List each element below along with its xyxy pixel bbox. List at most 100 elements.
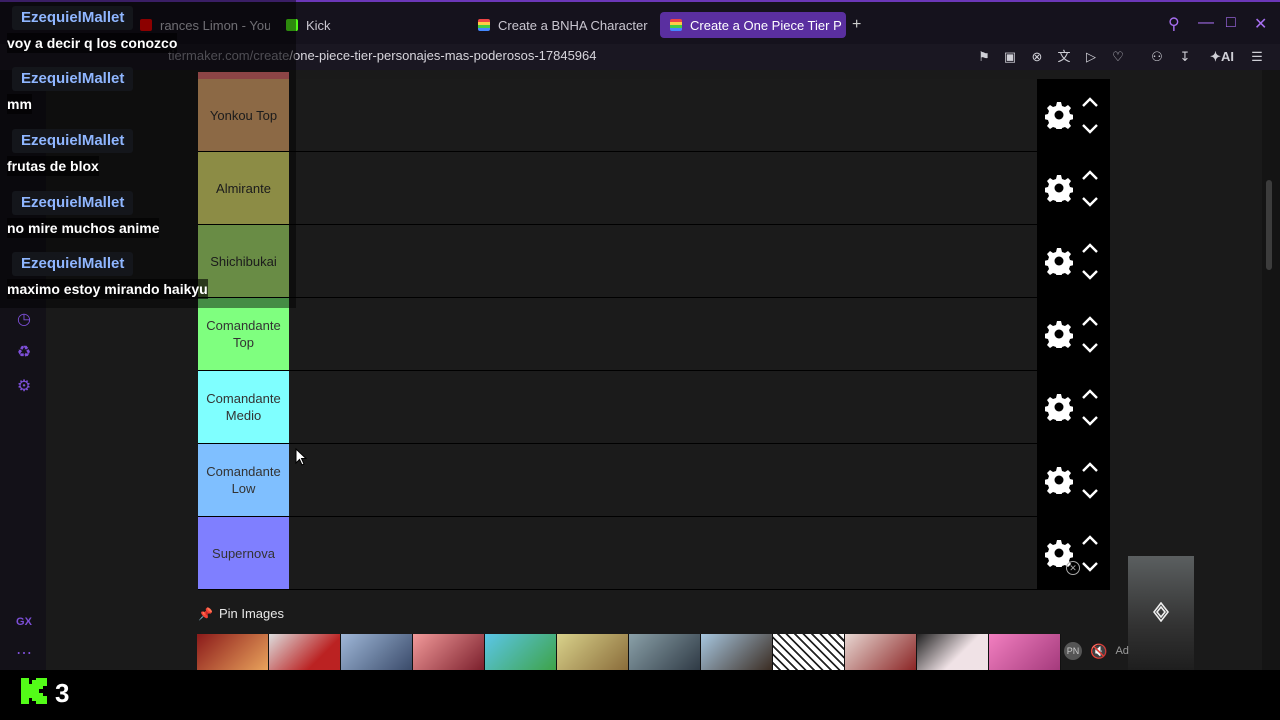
character-thumb[interactable] bbox=[485, 634, 557, 670]
character-images bbox=[197, 634, 1061, 670]
history-icon[interactable]: ◷ bbox=[14, 310, 34, 330]
scrollbar[interactable] bbox=[1262, 70, 1280, 670]
chat-message: mm bbox=[7, 94, 32, 114]
stream-bar bbox=[0, 670, 1280, 720]
ad-close-icon[interactable]: ✕ bbox=[1066, 561, 1080, 575]
menu-icon[interactable]: ☰ bbox=[1248, 48, 1266, 66]
chat-username: EzequielMallet bbox=[12, 191, 134, 215]
url-path: /one-piece-tier-personajes-mas-poderosos… bbox=[289, 48, 597, 63]
character-thumb[interactable] bbox=[629, 634, 701, 670]
move-up-icon[interactable] bbox=[1081, 315, 1099, 327]
move-up-icon[interactable] bbox=[1081, 169, 1099, 181]
tier-label[interactable]: Supernova bbox=[198, 517, 289, 589]
gear-icon[interactable] bbox=[1045, 466, 1073, 494]
tier-row[interactable]: Comandante Low bbox=[198, 444, 1037, 517]
chat-message: voy a decir q los conozco bbox=[7, 33, 178, 53]
tab-label: Create a One Piece Tier P bbox=[690, 17, 842, 33]
move-down-icon[interactable] bbox=[1081, 123, 1099, 135]
tier-label[interactable]: Comandante Low bbox=[198, 444, 289, 516]
move-down-icon[interactable] bbox=[1081, 269, 1099, 281]
character-thumb[interactable] bbox=[557, 634, 629, 670]
move-up-icon[interactable] bbox=[1081, 388, 1099, 400]
tier-row[interactable]: Comandante Medio bbox=[198, 371, 1037, 444]
tab-one-piece[interactable]: Create a One Piece Tier P bbox=[660, 12, 846, 38]
tier-label[interactable]: Comandante Medio bbox=[198, 371, 289, 443]
play-icon[interactable]: ▷ bbox=[1082, 48, 1100, 66]
move-up-icon[interactable] bbox=[1081, 242, 1099, 254]
character-thumb[interactable] bbox=[917, 634, 989, 670]
more-icon[interactable]: ⋯ bbox=[14, 644, 34, 664]
download-icon[interactable]: ↧ bbox=[1176, 48, 1194, 66]
tier-row[interactable]: Supernova bbox=[198, 517, 1037, 590]
gear-icon[interactable] bbox=[1045, 174, 1073, 202]
pin-icon: 📌 bbox=[198, 606, 213, 621]
tab-bnha[interactable]: Create a BNHA Character bbox=[468, 12, 648, 38]
viewer-count: 3 bbox=[55, 678, 70, 708]
sparkle-icon: ✦ bbox=[1210, 49, 1221, 64]
character-thumb[interactable] bbox=[197, 634, 269, 670]
chat-username: EzequielMallet bbox=[12, 67, 134, 91]
ad-video[interactable] bbox=[1128, 556, 1194, 670]
chat-message: no mire muchos anime bbox=[7, 218, 160, 238]
tier-label[interactable]: Comandante Top bbox=[198, 298, 289, 370]
tab-kick[interactable]: Kick bbox=[276, 12, 456, 38]
move-up-icon[interactable] bbox=[1081, 461, 1099, 473]
mute-icon[interactable]: 🔇 bbox=[1090, 643, 1107, 660]
close-icon[interactable]: ✕ bbox=[1254, 14, 1267, 34]
gx-icon[interactable]: GX bbox=[14, 612, 34, 632]
gear-icon[interactable] bbox=[1045, 393, 1073, 421]
chat-message: maximo estoy mirando haikyu bbox=[7, 279, 208, 299]
tier-controls bbox=[1037, 152, 1110, 225]
maximize-icon[interactable]: □ bbox=[1226, 14, 1236, 32]
tier-row[interactable]: Shichibukai bbox=[198, 225, 1037, 298]
character-thumb[interactable] bbox=[773, 634, 845, 670]
character-thumb[interactable] bbox=[701, 634, 773, 670]
move-up-icon[interactable] bbox=[1081, 534, 1099, 546]
gear-icon[interactable] bbox=[1045, 320, 1073, 348]
character-thumb[interactable] bbox=[269, 634, 341, 670]
minimize-icon[interactable]: — bbox=[1198, 14, 1214, 32]
screen: rances Limon - YouTu Kick Create a BNHA … bbox=[0, 0, 1280, 720]
move-down-icon[interactable] bbox=[1081, 561, 1099, 573]
search-icon[interactable]: ⚲ bbox=[1168, 14, 1180, 34]
translate-icon[interactable]: 文 bbox=[1055, 48, 1073, 66]
character-thumb[interactable] bbox=[413, 634, 485, 670]
scrollbar-thumb[interactable] bbox=[1266, 180, 1272, 270]
tier-controls bbox=[1037, 517, 1110, 590]
new-tab-button[interactable]: + bbox=[852, 16, 861, 34]
heart-icon[interactable]: ♡ bbox=[1109, 48, 1127, 66]
ad-controls: PN 🔇 Ad bbox=[1064, 642, 1129, 660]
gear-icon[interactable] bbox=[1045, 247, 1073, 275]
snapshot-icon[interactable]: ▣ bbox=[1001, 48, 1019, 66]
chat-username: EzequielMallet bbox=[12, 252, 134, 276]
character-thumb[interactable] bbox=[845, 634, 917, 670]
character-thumb[interactable] bbox=[341, 634, 413, 670]
tier-controls bbox=[1037, 298, 1110, 371]
ad-label: Ad bbox=[1115, 645, 1129, 657]
move-down-icon[interactable] bbox=[1081, 415, 1099, 427]
chat-message: frutas de blox bbox=[7, 156, 99, 176]
adblock-icon[interactable]: ⊗ bbox=[1028, 48, 1046, 66]
tiermaker-icon bbox=[478, 19, 490, 31]
tier-controls bbox=[1037, 371, 1110, 444]
ai-button[interactable]: ✦AI bbox=[1207, 48, 1237, 66]
move-up-icon[interactable] bbox=[1081, 96, 1099, 108]
move-down-icon[interactable] bbox=[1081, 342, 1099, 354]
settings-icon[interactable]: ⚙ bbox=[14, 377, 34, 397]
tier-row[interactable]: Yonkou Top bbox=[198, 79, 1037, 152]
tier-row[interactable]: Almirante bbox=[198, 152, 1037, 225]
profile-icon[interactable]: ⚇ bbox=[1148, 48, 1166, 66]
tab-label: Kick bbox=[306, 17, 331, 33]
chat-username: EzequielMallet bbox=[12, 6, 134, 30]
pip-icon[interactable]: PN bbox=[1064, 642, 1082, 660]
pin-images-toggle[interactable]: 📌 Pin Images bbox=[198, 606, 284, 621]
move-down-icon[interactable] bbox=[1081, 196, 1099, 208]
character-thumb[interactable] bbox=[989, 634, 1061, 670]
gear-icon[interactable] bbox=[1045, 101, 1073, 129]
tier-controls bbox=[1037, 79, 1110, 152]
move-down-icon[interactable] bbox=[1081, 488, 1099, 500]
extensions-icon[interactable]: ♻ bbox=[14, 343, 34, 363]
pin-icon[interactable]: ⚑ bbox=[975, 48, 993, 66]
mouse-cursor-icon bbox=[295, 448, 307, 466]
tier-row[interactable]: Comandante Top bbox=[198, 298, 1037, 371]
